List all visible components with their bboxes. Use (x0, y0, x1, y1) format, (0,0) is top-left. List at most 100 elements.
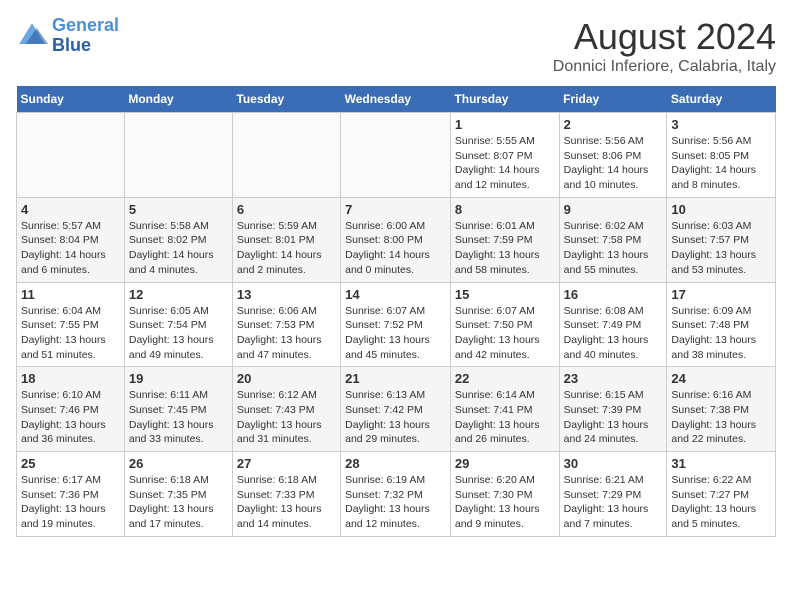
day-info: Sunrise: 5:57 AM Sunset: 8:04 PM Dayligh… (21, 219, 120, 278)
day-info: Sunrise: 5:58 AM Sunset: 8:02 PM Dayligh… (129, 219, 228, 278)
day-info: Sunrise: 6:09 AM Sunset: 7:48 PM Dayligh… (671, 304, 771, 363)
calendar-cell: 1 Sunrise: 5:55 AM Sunset: 8:07 PM Daylig… (450, 113, 559, 198)
day-number: 8 (455, 202, 555, 217)
day-info: Sunrise: 6:01 AM Sunset: 7:59 PM Dayligh… (455, 219, 555, 278)
day-number: 5 (129, 202, 228, 217)
calendar-week-row: 11Sunrise: 6:04 AM Sunset: 7:55 PM Dayli… (17, 282, 776, 367)
day-number: 15 (455, 287, 555, 302)
calendar-cell: 31 Sunrise: 6:22 AM Sunset: 7:27 PM Dayli… (667, 452, 776, 537)
day-number: 27 (237, 456, 336, 471)
calendar-cell: 7 Sunrise: 6:00 AM Sunset: 8:00 PM Daylig… (341, 197, 451, 282)
calendar-cell: 10 Sunrise: 6:03 AM Sunset: 7:57 PM Dayli… (667, 197, 776, 282)
day-info: Sunrise: 6:22 AM Sunset: 7:27 PM Dayligh… (671, 473, 771, 532)
day-info: Sunrise: 6:07 AM Sunset: 7:52 PM Dayligh… (345, 304, 446, 363)
weekday-header: Monday (124, 86, 232, 113)
day-info: Sunrise: 6:03 AM Sunset: 7:57 PM Dayligh… (671, 219, 771, 278)
day-number: 31 (671, 456, 771, 471)
day-number: 25 (21, 456, 120, 471)
day-number: 24 (671, 371, 771, 386)
day-info: Sunrise: 5:55 AM Sunset: 8:07 PM Dayligh… (455, 134, 555, 193)
calendar-cell: 18 Sunrise: 6:10 AM Sunset: 7:46 PM Dayli… (17, 367, 125, 452)
day-number: 22 (455, 371, 555, 386)
calendar-cell: 8 Sunrise: 6:01 AM Sunset: 7:59 PM Daylig… (450, 197, 559, 282)
calendar-cell: 23Sunrise: 6:15 AM Sunset: 7:39 PM Dayli… (559, 367, 667, 452)
day-number: 16 (564, 287, 663, 302)
weekday-header-row: SundayMondayTuesdayWednesdayThursdayFrid… (17, 86, 776, 113)
calendar-cell: 4Sunrise: 5:57 AM Sunset: 8:04 PM Daylig… (17, 197, 125, 282)
day-info: Sunrise: 6:07 AM Sunset: 7:50 PM Dayligh… (455, 304, 555, 363)
day-number: 17 (671, 287, 771, 302)
calendar-cell: 29 Sunrise: 6:20 AM Sunset: 7:30 PM Dayli… (450, 452, 559, 537)
day-number: 9 (564, 202, 663, 217)
calendar-week-row: 1 Sunrise: 5:55 AM Sunset: 8:07 PM Daylig… (17, 113, 776, 198)
day-number: 28 (345, 456, 446, 471)
day-info: Sunrise: 6:00 AM Sunset: 8:00 PM Dayligh… (345, 219, 446, 278)
day-info: Sunrise: 6:02 AM Sunset: 7:58 PM Dayligh… (564, 219, 663, 278)
day-info: Sunrise: 6:18 AM Sunset: 7:33 PM Dayligh… (237, 473, 336, 532)
day-number: 13 (237, 287, 336, 302)
calendar-cell: 13 Sunrise: 6:06 AM Sunset: 7:53 PM Dayli… (232, 282, 340, 367)
day-number: 10 (671, 202, 771, 217)
day-info: Sunrise: 6:05 AM Sunset: 7:54 PM Dayligh… (129, 304, 228, 363)
day-info: Sunrise: 6:21 AM Sunset: 7:29 PM Dayligh… (564, 473, 663, 532)
calendar-cell: 16 Sunrise: 6:08 AM Sunset: 7:49 PM Dayli… (559, 282, 667, 367)
day-number: 3 (671, 117, 771, 132)
day-info: Sunrise: 5:56 AM Sunset: 8:06 PM Dayligh… (564, 134, 663, 193)
day-info: Sunrise: 6:16 AM Sunset: 7:38 PM Dayligh… (671, 388, 771, 447)
calendar-cell: 21Sunrise: 6:13 AM Sunset: 7:42 PM Dayli… (341, 367, 451, 452)
day-info: Sunrise: 6:06 AM Sunset: 7:53 PM Dayligh… (237, 304, 336, 363)
day-number: 29 (455, 456, 555, 471)
calendar-cell: 20Sunrise: 6:12 AM Sunset: 7:43 PM Dayli… (232, 367, 340, 452)
calendar-cell: 15 Sunrise: 6:07 AM Sunset: 7:50 PM Dayli… (450, 282, 559, 367)
calendar-table: SundayMondayTuesdayWednesdayThursdayFrid… (16, 86, 776, 537)
calendar-cell: 30Sunrise: 6:21 AM Sunset: 7:29 PM Dayli… (559, 452, 667, 537)
day-number: 20 (237, 371, 336, 386)
weekday-header: Friday (559, 86, 667, 113)
logo-text: General Blue (52, 16, 119, 56)
day-number: 7 (345, 202, 446, 217)
weekday-header: Tuesday (232, 86, 340, 113)
day-info: Sunrise: 5:59 AM Sunset: 8:01 PM Dayligh… (237, 219, 336, 278)
weekday-header: Sunday (17, 86, 125, 113)
calendar-cell: 9 Sunrise: 6:02 AM Sunset: 7:58 PM Daylig… (559, 197, 667, 282)
calendar-cell (17, 113, 125, 198)
day-number: 12 (129, 287, 228, 302)
day-info: Sunrise: 6:04 AM Sunset: 7:55 PM Dayligh… (21, 304, 120, 363)
calendar-cell: 25 Sunrise: 6:17 AM Sunset: 7:36 PM Dayli… (17, 452, 125, 537)
day-number: 18 (21, 371, 120, 386)
title-block: August 2024 Donnici Inferiore, Calabria,… (553, 16, 776, 76)
month-title: August 2024 (553, 16, 776, 58)
day-number: 14 (345, 287, 446, 302)
calendar-cell: 28 Sunrise: 6:19 AM Sunset: 7:32 PM Dayli… (341, 452, 451, 537)
day-info: Sunrise: 6:10 AM Sunset: 7:46 PM Dayligh… (21, 388, 120, 447)
calendar-cell (124, 113, 232, 198)
calendar-cell: 17 Sunrise: 6:09 AM Sunset: 7:48 PM Dayli… (667, 282, 776, 367)
day-number: 26 (129, 456, 228, 471)
calendar-week-row: 18 Sunrise: 6:10 AM Sunset: 7:46 PM Dayli… (17, 367, 776, 452)
calendar-cell: 26Sunrise: 6:18 AM Sunset: 7:35 PM Dayli… (124, 452, 232, 537)
day-info: Sunrise: 6:08 AM Sunset: 7:49 PM Dayligh… (564, 304, 663, 363)
calendar-cell (341, 113, 451, 198)
location: Donnici Inferiore, Calabria, Italy (553, 58, 776, 76)
calendar-week-row: 25 Sunrise: 6:17 AM Sunset: 7:36 PM Dayli… (17, 452, 776, 537)
day-info: Sunrise: 6:17 AM Sunset: 7:36 PM Dayligh… (21, 473, 120, 532)
calendar-cell: 11Sunrise: 6:04 AM Sunset: 7:55 PM Dayli… (17, 282, 125, 367)
day-number: 2 (564, 117, 663, 132)
day-number: 1 (455, 117, 555, 132)
calendar-week-row: 4Sunrise: 5:57 AM Sunset: 8:04 PM Daylig… (17, 197, 776, 282)
day-info: Sunrise: 6:20 AM Sunset: 7:30 PM Dayligh… (455, 473, 555, 532)
calendar-cell: 24 Sunrise: 6:16 AM Sunset: 7:38 PM Dayli… (667, 367, 776, 452)
day-number: 6 (237, 202, 336, 217)
day-info: Sunrise: 6:14 AM Sunset: 7:41 PM Dayligh… (455, 388, 555, 447)
calendar-cell (232, 113, 340, 198)
day-number: 23 (564, 371, 663, 386)
weekday-header: Wednesday (341, 86, 451, 113)
calendar-cell: 19Sunrise: 6:11 AM Sunset: 7:45 PM Dayli… (124, 367, 232, 452)
calendar-cell: 6 Sunrise: 5:59 AM Sunset: 8:01 PM Daylig… (232, 197, 340, 282)
day-info: Sunrise: 6:19 AM Sunset: 7:32 PM Dayligh… (345, 473, 446, 532)
calendar-cell: 12 Sunrise: 6:05 AM Sunset: 7:54 PM Dayli… (124, 282, 232, 367)
page-header: General Blue August 2024 Donnici Inferio… (16, 16, 776, 76)
calendar-cell: 27 Sunrise: 6:18 AM Sunset: 7:33 PM Dayli… (232, 452, 340, 537)
logo: General Blue (16, 16, 119, 56)
day-info: Sunrise: 6:13 AM Sunset: 7:42 PM Dayligh… (345, 388, 446, 447)
